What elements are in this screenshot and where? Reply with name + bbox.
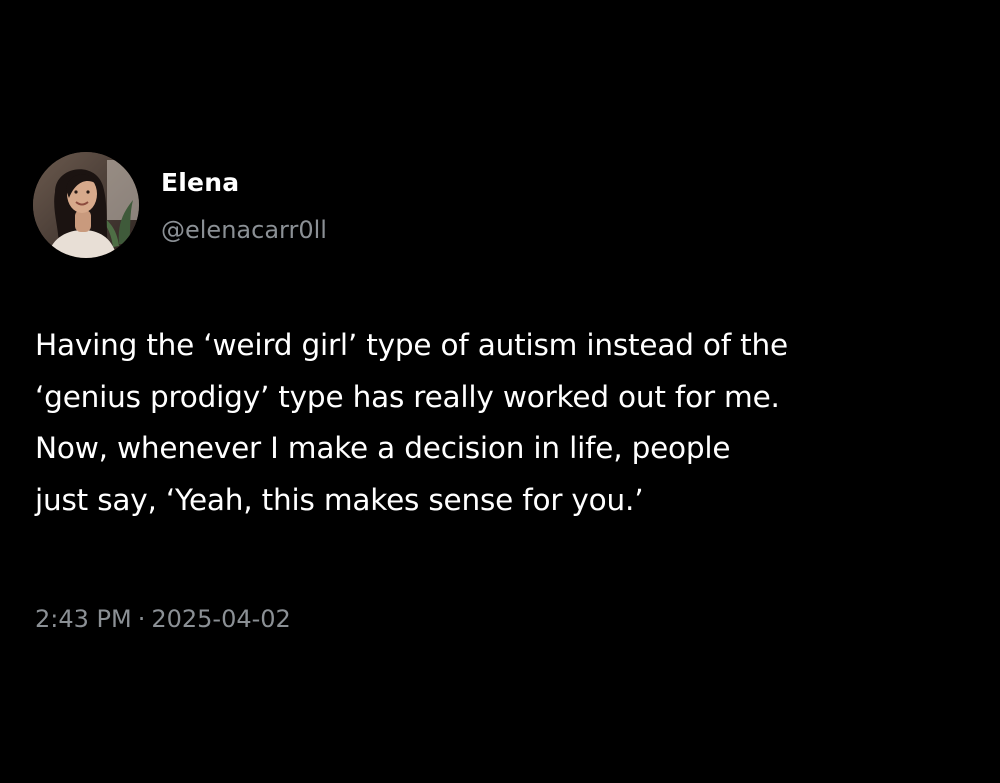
avatar[interactable] — [33, 152, 139, 258]
tweet-card: Elena @elenacarr0ll Having the ‘weird gi… — [0, 0, 1000, 783]
avatar-photo-icon — [33, 152, 139, 258]
tweet-text: Having the ‘weird girl’ type of autism i… — [35, 320, 985, 526]
tweet-time[interactable]: 2:43 PM — [35, 605, 132, 633]
tweet-text-line: Having the ‘weird girl’ type of autism i… — [35, 328, 788, 362]
tweet-timestamp[interactable]: 2:43 PM · 2025-04-02 — [35, 602, 291, 636]
tweet-date[interactable]: 2025-04-02 — [151, 605, 290, 633]
user-handle[interactable]: @elenacarr0ll — [161, 214, 327, 246]
tweet-text-line: just say, ‘Yeah, this makes sense for yo… — [35, 482, 644, 517]
tweet-text-line: Now, whenever I make a decision in life,… — [35, 431, 731, 465]
tweet-text-line: ‘genius prodigy’ type has really worked … — [35, 379, 780, 414]
display-name[interactable]: Elena — [161, 167, 239, 199]
meta-separator: · — [137, 605, 146, 633]
